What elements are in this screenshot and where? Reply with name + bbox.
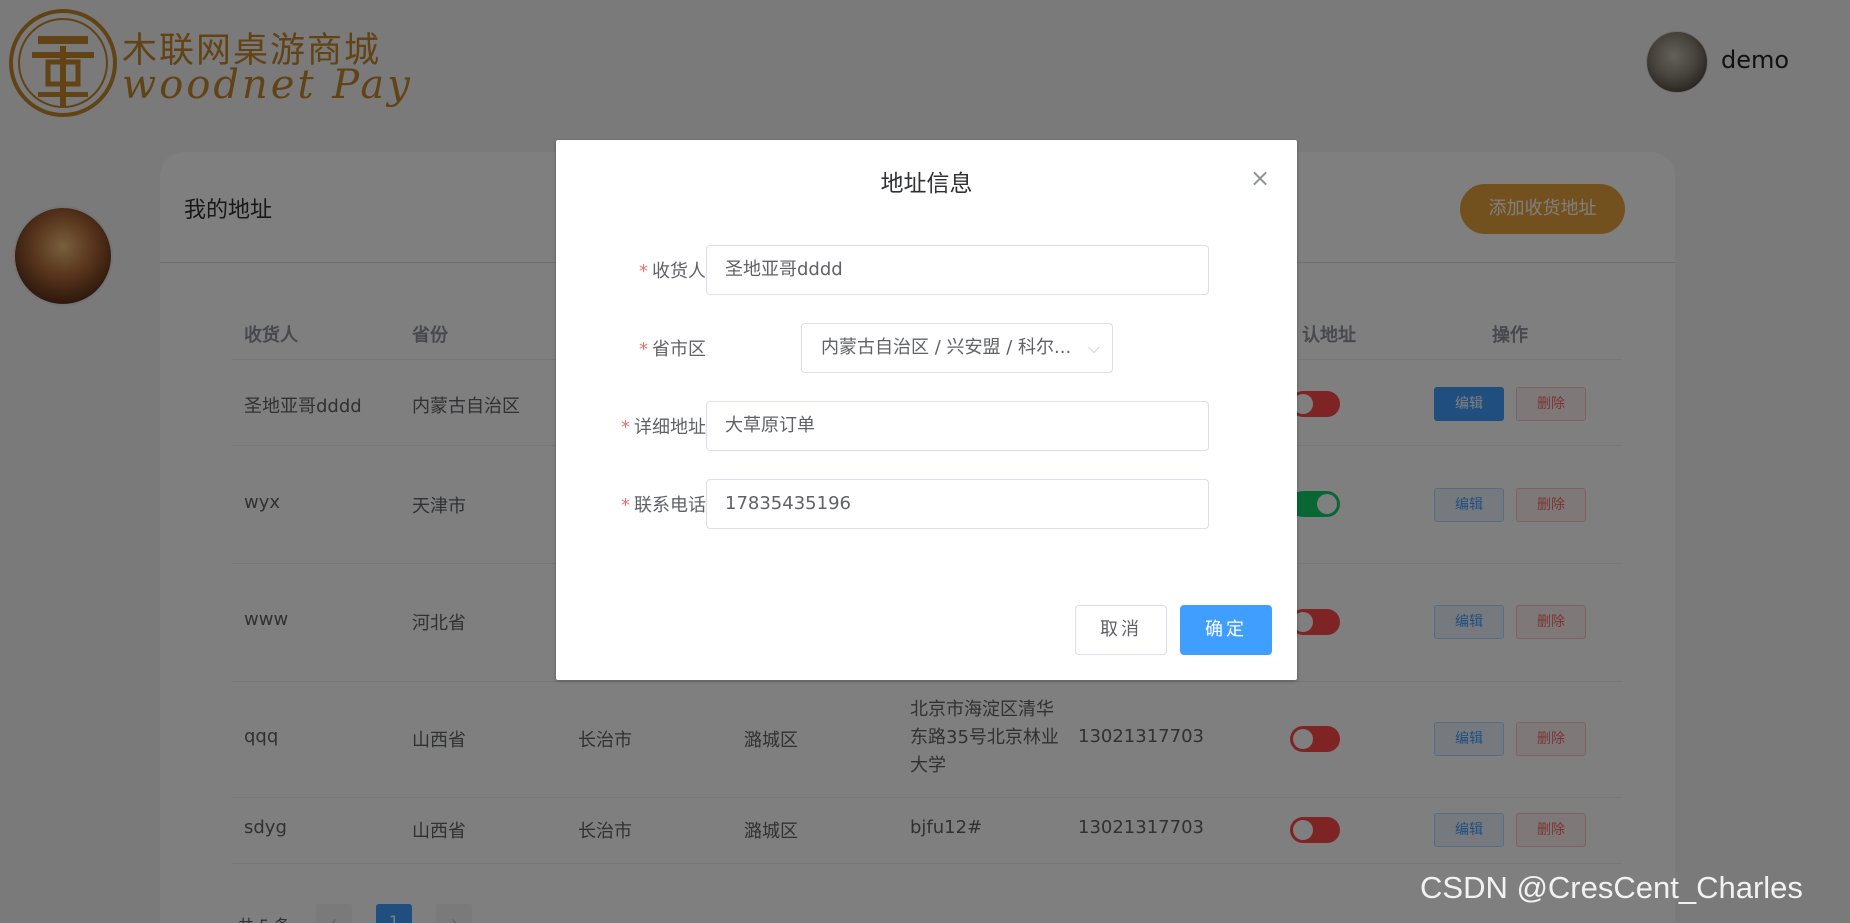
close-icon[interactable]: × <box>1248 166 1272 190</box>
dialog-title: 地址信息 <box>880 171 973 197</box>
confirm-button[interactable]: 确定 <box>1180 605 1272 655</box>
phone-input[interactable]: 17835435196 <box>706 479 1209 529</box>
region-cascader-value: 内蒙古自治区 / 兴安盟 / 科尔... <box>821 337 1072 358</box>
region-label-text: 省市区 <box>652 339 706 360</box>
receiver-input[interactable]: 圣地亚哥dddd <box>706 245 1209 295</box>
phone-label: * 联系电话 <box>556 491 706 517</box>
receiver-label-text: 收货人 <box>652 261 706 282</box>
required-mark: * <box>639 261 648 282</box>
detail-address-label: * 详细地址 <box>556 413 706 439</box>
detail-address-input[interactable]: 大草原订单 <box>706 401 1209 451</box>
required-mark: * <box>639 339 648 360</box>
detail-address-label-text: 详细地址 <box>634 417 706 438</box>
region-label: * 省市区 <box>556 335 706 361</box>
address-dialog: 地址信息 × * 收货人 圣地亚哥dddd * 省市区 内蒙古自治区 / 兴安盟 /… <box>556 140 1297 680</box>
phone-label-text: 联系电话 <box>634 495 706 516</box>
region-cascader[interactable]: 内蒙古自治区 / 兴安盟 / 科尔... ⌵ <box>801 323 1113 373</box>
cancel-button[interactable]: 取消 <box>1075 605 1167 655</box>
watermark: CSDN @CresCent_Charles <box>1420 870 1803 905</box>
chevron-down-icon: ⌵ <box>1087 338 1100 357</box>
required-mark: * <box>621 495 630 516</box>
required-mark: * <box>621 417 630 438</box>
receiver-label: * 收货人 <box>556 257 706 283</box>
